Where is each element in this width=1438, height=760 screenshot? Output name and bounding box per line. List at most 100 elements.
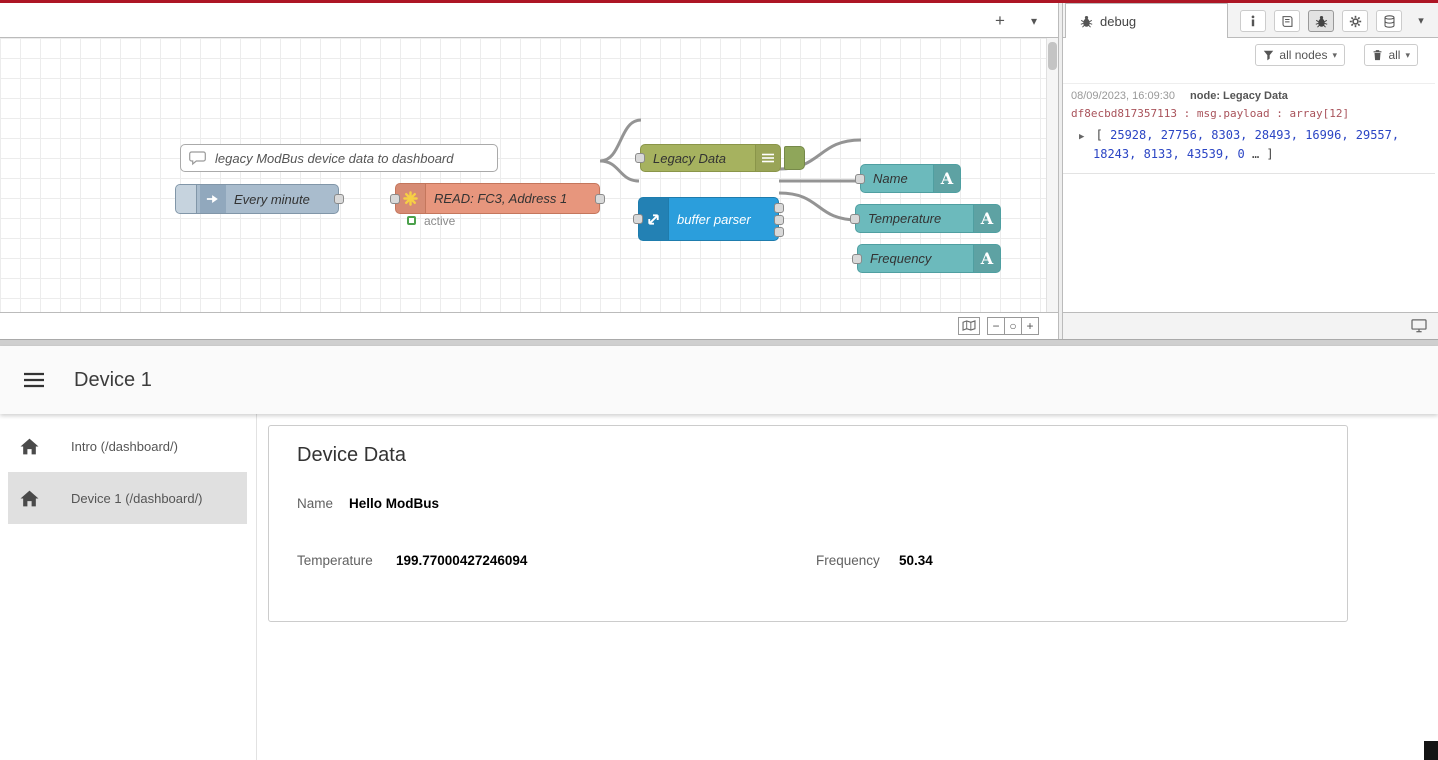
help-tab-button[interactable] — [1274, 10, 1300, 32]
ui-frequency-input-port[interactable] — [852, 254, 862, 264]
ui-text-label: Name — [873, 165, 908, 192]
zoom-in-button[interactable]: + — [1021, 317, 1039, 335]
zoom-out-button[interactable]: − — [987, 317, 1005, 335]
text-a-icon: A — [973, 205, 1000, 232]
database-icon — [1383, 15, 1396, 28]
debug-node-input-port[interactable] — [635, 153, 645, 163]
ui-text-label: Temperature — [868, 205, 941, 232]
flow-canvas[interactable]: legacy ModBus device data to dashboard E… — [0, 38, 1058, 312]
chevron-down-icon: ▾ — [1332, 50, 1337, 61]
chevron-down-icon: ▾ — [1405, 50, 1410, 61]
node-status-dot — [407, 216, 416, 225]
inject-arrow-icon — [200, 185, 226, 213]
debug-node-ref: node: Legacy Data — [1190, 90, 1288, 102]
debug-timestamp: 08/09/2023, 16:09:30 — [1071, 90, 1175, 102]
ui-name-input-port[interactable] — [855, 174, 865, 184]
debug-node-legacy-data[interactable]: Legacy Data — [640, 144, 781, 172]
page-title: Device 1 — [74, 346, 152, 414]
buffer-parser-node[interactable]: buffer parser — [638, 197, 779, 241]
sidebar-footer — [1063, 312, 1438, 339]
nav-item-label: Intro (/dashboard/) — [71, 439, 178, 454]
gear-icon — [1349, 15, 1362, 28]
buffer-parser-label: buffer parser — [677, 198, 751, 240]
filter-nodes-button[interactable]: all nodes ▾ — [1255, 44, 1345, 66]
dashboard-nav: Intro (/dashboard/) Device 1 (/dashboard… — [0, 414, 257, 760]
tab-debug[interactable]: debug — [1065, 3, 1228, 38]
sidebar-header: debug ▾ — [1063, 3, 1438, 38]
field-value-name: Hello ModBus — [349, 496, 439, 511]
buffer-parser-output-port-3[interactable] — [774, 227, 784, 237]
comment-label: legacy ModBus device data to dashboard — [215, 145, 454, 171]
debug-payload[interactable]: ▶ [ 25928, 27756, 8303, 28493, 16996, 29… — [1071, 126, 1427, 163]
text-a-icon: A — [933, 165, 960, 192]
ui-text-node-name[interactable]: Name A — [860, 164, 961, 193]
menu-hamburger-icon[interactable] — [24, 372, 44, 388]
monitor-icon — [1411, 319, 1427, 333]
context-tab-button[interactable] — [1376, 10, 1402, 32]
dashboard-main: Device Data Name Hello ModBus Temperatur… — [257, 414, 1438, 760]
ui-text-node-temperature[interactable]: Temperature A — [855, 204, 1001, 233]
buffer-parser-output-port-2[interactable] — [774, 215, 784, 225]
field-label-name: Name — [297, 496, 333, 511]
debug-filter-row: all nodes ▾ all ▾ — [1063, 38, 1438, 70]
card-title: Device Data — [297, 444, 406, 467]
nav-item-intro[interactable]: Intro (/dashboard/) — [0, 420, 256, 472]
buffer-parser-input-port[interactable] — [633, 214, 643, 224]
field-label-frequency: Frequency — [816, 553, 880, 568]
bug-icon — [1080, 15, 1093, 28]
info-tab-button[interactable] — [1240, 10, 1266, 32]
flow-tabbar: + ▾ — [0, 3, 1058, 38]
payload-tail: … ] — [1252, 147, 1274, 161]
trash-icon — [1372, 49, 1383, 61]
node-status-text: active — [424, 214, 455, 228]
canvas-vertical-scrollbar[interactable] — [1046, 38, 1058, 312]
debug-message[interactable]: 08/09/2023, 16:09:30 node: Legacy Data d… — [1063, 83, 1435, 174]
ui-text-label: Frequency — [870, 245, 931, 272]
filter-nodes-label: all nodes — [1279, 48, 1327, 62]
field-value-temperature: 199.77000427246094 — [396, 553, 527, 568]
clear-messages-button[interactable]: all ▾ — [1364, 44, 1418, 66]
modbus-read-node[interactable]: READ: FC3, Address 1 — [395, 183, 600, 214]
funnel-icon — [1263, 50, 1274, 61]
bracket-open: [ — [1096, 128, 1103, 142]
speech-bubble-icon — [189, 151, 207, 169]
info-icon — [1247, 15, 1259, 27]
flow-list-chevron-icon[interactable]: ▾ — [1022, 9, 1046, 33]
modbus-icon — [396, 184, 426, 213]
dashboard-header: Device 1 — [0, 346, 1438, 414]
ui-text-node-frequency[interactable]: Frequency A — [857, 244, 1001, 273]
text-a-icon: A — [973, 245, 1000, 272]
list-icon — [755, 145, 780, 171]
device-data-card: Device Data Name Hello ModBus Temperatur… — [268, 425, 1348, 622]
bug-icon — [1315, 15, 1328, 28]
debug-toggle-button[interactable] — [784, 146, 805, 170]
modbus-read-input-port[interactable] — [390, 194, 400, 204]
zoom-reset-button[interactable]: ○ — [1004, 317, 1022, 335]
scrollbar-thumb[interactable] — [1048, 42, 1057, 70]
buffer-parser-output-port-1[interactable] — [774, 203, 784, 213]
add-flow-button[interactable]: + — [988, 9, 1012, 33]
debug-message-header: 08/09/2023, 16:09:30 node: Legacy Data — [1071, 90, 1427, 102]
comment-node[interactable]: legacy ModBus device data to dashboard — [180, 144, 498, 172]
modbus-read-output-port[interactable] — [595, 194, 605, 204]
tab-debug-label: debug — [1100, 14, 1136, 29]
debug-message-meta: df8ecbd817357113 : msg.payload : array[1… — [1071, 107, 1427, 120]
ui-temperature-input-port[interactable] — [850, 214, 860, 224]
open-console-button[interactable] — [1408, 317, 1430, 335]
screen: + ▾ legacy ModBus device data to dashboa… — [0, 0, 1438, 760]
expand-caret-icon[interactable]: ▶ — [1079, 132, 1084, 142]
inject-node[interactable]: Every minute — [175, 184, 339, 214]
debug-node-label: Legacy Data — [653, 145, 726, 171]
window-divider — [0, 339, 1438, 346]
field-label-temperature: Temperature — [297, 553, 373, 568]
debug-tab-button[interactable] — [1308, 10, 1334, 32]
inject-output-port[interactable] — [334, 194, 344, 204]
modbus-read-label: READ: FC3, Address 1 — [434, 184, 567, 213]
navigator-map-button[interactable] — [958, 317, 980, 335]
inject-button[interactable] — [176, 185, 197, 213]
sidebar-menu-chevron-icon[interactable]: ▾ — [1410, 10, 1432, 32]
config-tab-button[interactable] — [1342, 10, 1368, 32]
home-icon — [20, 490, 39, 507]
clear-all-label: all — [1388, 48, 1400, 62]
nav-item-device-1[interactable]: Device 1 (/dashboard/) — [8, 472, 247, 524]
